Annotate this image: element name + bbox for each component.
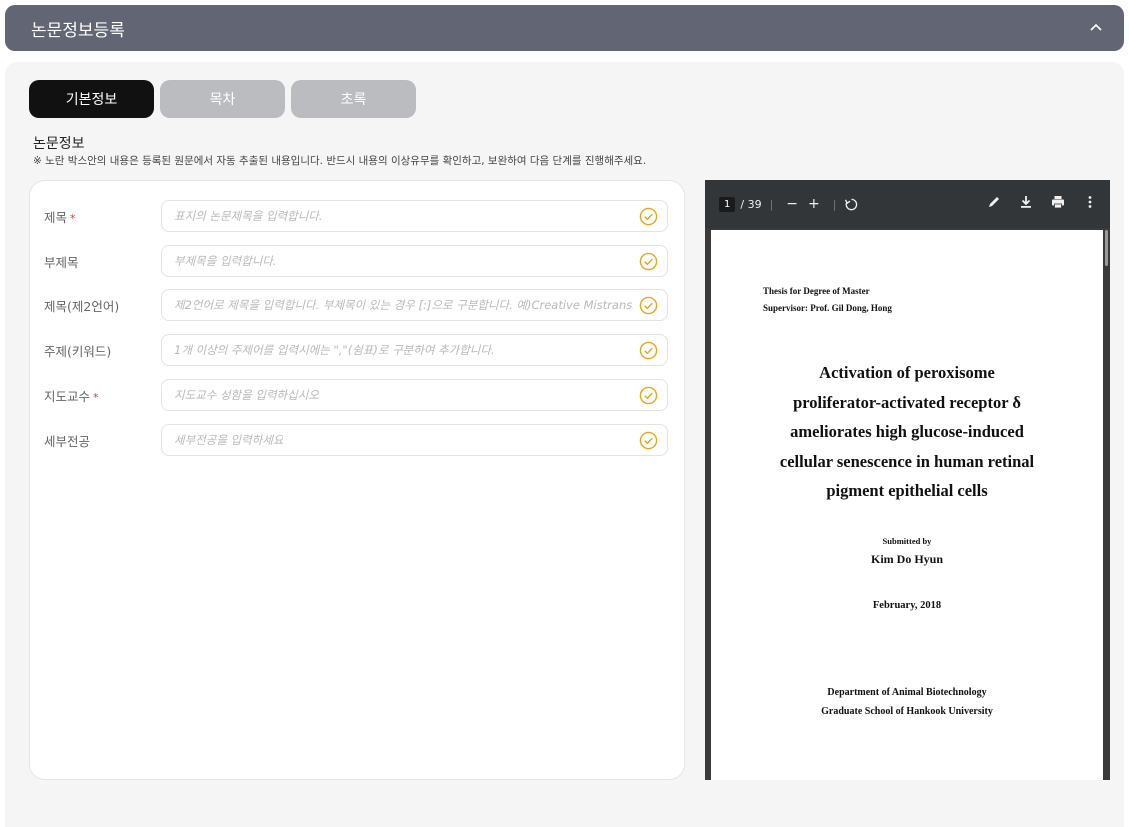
title-second-lang-placeholder: 제2언어로 제목을 입력합니다. 부제목이 있는 경우 [:]으로 구분합니다.… [174, 298, 633, 312]
thesis-degree-line: Thesis for Degree of Master [763, 286, 870, 296]
keywords-input[interactable]: 1개 이상의 주제어를 입력시에는 ","(쉼표)로 구분하여 추가합니다. [161, 334, 668, 366]
check-circle-icon [639, 207, 658, 226]
subtitle-placeholder: 부제목을 입력합니다. [174, 254, 277, 268]
form-card: 제목 * 표지의 논문제목을 입력합니다. 부제목 부제목을 입력합니다. 제목(… [29, 180, 685, 780]
thesis-title: Activation of peroxisome proliferator-ac… [779, 363, 1035, 500]
pdf-page: Thesis for Degree of Master Supervisor: … [711, 230, 1103, 780]
check-circle-icon [639, 252, 658, 271]
section-header: 논문정보등록 [5, 5, 1124, 51]
section-title: 논문정보 [33, 136, 85, 152]
zoom-in-button[interactable]: + [808, 196, 820, 212]
tab-basic-info[interactable]: 기본정보 [29, 80, 154, 118]
tab-abstract[interactable]: 초록 [291, 80, 416, 118]
advisor-input[interactable]: 지도교수 성함을 입력하십시오 [161, 379, 668, 411]
advisor-placeholder: 지도교수 성함을 입력하십시오 [174, 388, 319, 402]
field-label-title: 제목 * [44, 209, 76, 225]
toolbar-actions [986, 194, 1098, 210]
check-circle-icon [639, 341, 658, 360]
pdf-toolbar: 1 / 39 | − + | [705, 180, 1110, 228]
submission-date: February, 2018 [872, 600, 942, 611]
major-input[interactable]: 세부전공을 입력하세요 [161, 424, 668, 456]
field-label-major: 세부전공 [44, 433, 91, 449]
pdf-scrollbar[interactable] [1105, 230, 1108, 266]
field-label-subtitle: 부제목 [44, 254, 79, 270]
form-row-title: 제목 * 표지의 논문제목을 입력합니다. [30, 199, 686, 233]
form-row-title-second-lang: 제목(제2언어) 제2언어로 제목을 입력합니다. 부제목이 있는 경우 [:]… [30, 288, 686, 322]
pen-icon[interactable] [986, 194, 1002, 210]
author-name: Kim Do Hyun [870, 552, 943, 566]
title-input[interactable]: 표지의 논문제목을 입력합니다. [161, 200, 668, 232]
download-icon[interactable] [1018, 194, 1034, 210]
form-row-major: 세부전공 세부전공을 입력하세요 [30, 423, 686, 457]
department-block: Department of Animal Biotechnology Gradu… [821, 687, 993, 717]
tab-bar: 기본정보 목차 초록 [29, 80, 416, 118]
title-second-lang-input[interactable]: 제2언어로 제목을 입력합니다. 부제목이 있는 경우 [:]으로 구분합니다.… [161, 289, 668, 321]
pdf-meta: Thesis for Degree of Master Supervisor: … [763, 283, 892, 317]
check-circle-icon [639, 431, 658, 450]
print-icon[interactable] [1050, 194, 1066, 210]
form-row-keywords: 주제(키워드) 1개 이상의 주제어를 입력시에는 ","(쉼표)로 구분하여 … [30, 333, 686, 367]
page-total: / 39 [740, 197, 762, 211]
required-mark: * [93, 390, 99, 404]
required-mark: * [70, 211, 76, 225]
page-number-input[interactable]: 1 [719, 196, 736, 212]
title-placeholder: 표지의 논문제목을 입력합니다. [174, 209, 323, 223]
chevron-up-icon[interactable] [1086, 18, 1106, 38]
zoom-out-button[interactable]: − [786, 196, 798, 212]
pdf-viewer[interactable]: 1 / 39 | − + | Thesis for Degree of Mast… [705, 180, 1110, 780]
more-icon[interactable] [1082, 194, 1098, 210]
keywords-placeholder: 1개 이상의 주제어를 입력시에는 ","(쉼표)로 구분하여 추가합니다. [174, 343, 495, 357]
submitted-by-label: Submitted by [882, 536, 932, 546]
check-circle-icon [639, 386, 658, 405]
form-row-advisor: 지도교수 * 지도교수 성함을 입력하십시오 [30, 378, 686, 412]
form-row-subtitle: 부제목 부제목을 입력합니다. [30, 244, 686, 278]
notice-text: ※ 노란 박스안의 내용은 등록된 원문에서 자동 추출된 내용입니다. 반드시… [33, 155, 647, 167]
toolbar-divider: | [769, 197, 774, 211]
field-label-title-second-lang: 제목(제2언어) [44, 298, 120, 314]
major-placeholder: 세부전공을 입력하세요 [174, 433, 284, 447]
field-label-keywords: 주제(키워드) [44, 343, 112, 359]
tab-table-of-contents[interactable]: 목차 [160, 80, 285, 118]
main-panel: 기본정보 목차 초록 논문정보 ※ 노란 박스안의 내용은 등록된 원문에서 자… [5, 62, 1124, 827]
check-circle-icon [639, 296, 658, 315]
toolbar-divider: | [832, 197, 837, 211]
rotate-icon[interactable] [844, 197, 859, 212]
subtitle-input[interactable]: 부제목을 입력합니다. [161, 245, 668, 277]
field-label-advisor: 지도교수 * [44, 388, 99, 404]
section-header-title: 논문정보등록 [31, 20, 125, 41]
supervisor-line: Supervisor: Prof. Gil Dong, Hong [763, 303, 892, 313]
